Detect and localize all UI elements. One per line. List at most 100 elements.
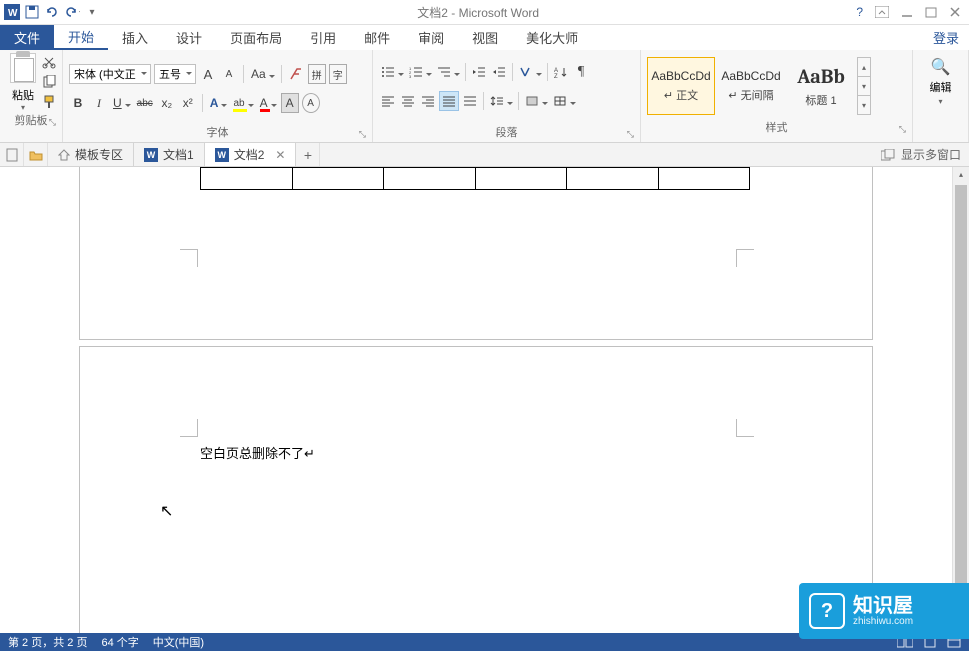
document-tabs: 模板专区 W 文档1 W 文档2 ✕ + 显示多窗口	[0, 143, 969, 167]
asian-layout-button[interactable]	[517, 62, 543, 82]
close-tab-icon[interactable]: ✕	[275, 148, 285, 162]
font-launcher-icon[interactable]: ⤡	[359, 129, 366, 140]
tab-insert[interactable]: 插入	[108, 25, 162, 50]
find-icon[interactable]: 🔍	[931, 57, 951, 77]
minimize-icon[interactable]	[901, 6, 913, 18]
tab-references[interactable]: 引用	[296, 25, 350, 50]
style-normal[interactable]: AaBbCcDd ↵ 正文	[647, 57, 715, 115]
scroll-up-icon[interactable]: ▴	[953, 167, 969, 181]
bold-button[interactable]: B	[69, 93, 87, 113]
shrink-font-button[interactable]: A	[220, 64, 238, 84]
page-corner	[180, 249, 198, 267]
vertical-scrollbar[interactable]: ▴ ▾	[952, 167, 969, 633]
page-2[interactable]: 空白页总删除不了↵	[80, 347, 872, 633]
tab-templates[interactable]: 模板专区	[48, 143, 134, 166]
strikethrough-button[interactable]: abc	[135, 93, 155, 113]
close-icon[interactable]	[949, 6, 961, 18]
body-text[interactable]: 空白页总删除不了↵	[200, 443, 315, 462]
increase-indent-button[interactable]	[490, 62, 508, 82]
table[interactable]	[200, 167, 750, 190]
tab-file[interactable]: 文件	[0, 25, 54, 50]
word-doc-icon: W	[215, 148, 229, 162]
phonetic-guide-button[interactable]: 拼	[308, 64, 326, 84]
tab-beautify[interactable]: 美化大师	[512, 25, 592, 50]
style-nospacing[interactable]: AaBbCcDd ↵ 无间隔	[717, 57, 785, 115]
font-color-button[interactable]: A	[258, 93, 278, 113]
tab-mailings[interactable]: 邮件	[350, 25, 404, 50]
change-case-button[interactable]: Aa	[249, 64, 276, 84]
italic-button[interactable]: I	[90, 93, 108, 113]
add-tab-button[interactable]: +	[296, 143, 320, 166]
tab-doc1[interactable]: W 文档1	[134, 143, 205, 166]
cut-icon[interactable]	[42, 55, 56, 69]
tab-home[interactable]: 开始	[54, 25, 108, 50]
styles-launcher-icon[interactable]: ⤡	[899, 124, 906, 135]
decrease-indent-button[interactable]	[470, 62, 488, 82]
status-language[interactable]: 中文(中国)	[153, 634, 204, 650]
group-font: 宋体 (中文正 五号 A A Aa 拼 字 B I U abc x₂ x² A	[63, 50, 373, 142]
style-heading1[interactable]: AaBb 标题 1	[787, 57, 855, 115]
help-icon[interactable]: ?	[856, 5, 863, 19]
redo-icon[interactable]	[44, 4, 60, 20]
watermark-title: 知识屋	[853, 596, 913, 616]
qat-customize-icon[interactable]: ▾	[84, 4, 100, 20]
format-painter-icon[interactable]	[42, 95, 56, 109]
superscript-button[interactable]: x²	[179, 93, 197, 113]
tab-doc2[interactable]: W 文档2 ✕	[205, 143, 297, 166]
numbering-button[interactable]: 123	[407, 62, 433, 82]
enclose-char-button[interactable]: A	[302, 93, 320, 113]
char-border-button[interactable]: 字	[329, 64, 347, 84]
paste-button[interactable]: 粘贴 ▾	[6, 53, 40, 112]
status-page[interactable]: 第 2 页，共 2 页	[8, 634, 87, 650]
show-marks-button[interactable]: ¶	[572, 62, 590, 82]
copy-icon[interactable]	[42, 75, 56, 89]
tab-design[interactable]: 设计	[162, 25, 216, 50]
status-words[interactable]: 64 个字	[101, 634, 138, 650]
undo-icon[interactable]	[64, 4, 80, 20]
text-effects-button[interactable]: A	[208, 93, 229, 113]
maximize-icon[interactable]	[925, 6, 937, 18]
save-icon[interactable]	[24, 4, 40, 20]
align-left-button[interactable]	[379, 91, 397, 111]
ribbon-display-icon[interactable]	[875, 6, 889, 18]
font-name-select[interactable]: 宋体 (中文正	[69, 64, 151, 84]
para-launcher-icon[interactable]: ⤡	[627, 129, 634, 140]
clear-format-button[interactable]	[287, 64, 305, 84]
line-spacing-button[interactable]	[488, 91, 514, 111]
group-styles: AaBbCcDd ↵ 正文 AaBbCcDd ↵ 无间隔 AaBb 标题 1 ▴…	[641, 50, 913, 142]
bullets-button[interactable]	[379, 62, 405, 82]
multi-window-icon[interactable]	[881, 149, 895, 161]
font-size-select[interactable]: 五号	[154, 64, 196, 84]
page-1[interactable]	[80, 167, 872, 339]
grow-font-button[interactable]: A	[199, 64, 217, 84]
group-label-font: 字体⤡	[69, 124, 366, 142]
highlight-button[interactable]: ab	[231, 93, 254, 113]
align-distribute-button[interactable]	[461, 91, 479, 111]
watermark: ? 知识屋 zhishiwu.com	[799, 583, 969, 639]
align-right-button[interactable]	[419, 91, 437, 111]
multi-window-label[interactable]: 显示多窗口	[901, 146, 961, 163]
multilevel-button[interactable]	[435, 62, 461, 82]
style-scroll[interactable]: ▴▾▾	[857, 57, 871, 115]
login-link[interactable]: 登录	[923, 25, 969, 50]
shading-button[interactable]	[523, 91, 549, 111]
sort-button[interactable]: AZ	[552, 62, 570, 82]
borders-button[interactable]	[551, 91, 577, 111]
align-justify-button[interactable]	[439, 91, 459, 111]
home-icon	[58, 149, 70, 161]
scroll-thumb[interactable]	[955, 185, 967, 617]
new-doc-icon[interactable]	[0, 143, 24, 166]
underline-button[interactable]: U	[111, 93, 132, 113]
open-folder-icon[interactable]	[24, 143, 48, 166]
align-center-button[interactable]	[399, 91, 417, 111]
group-editing: 🔍 编辑 ▾	[913, 50, 969, 142]
tab-layout[interactable]: 页面布局	[216, 25, 296, 50]
clipboard-launcher-icon[interactable]: ⤡	[49, 117, 56, 128]
svg-text:Z: Z	[554, 74, 558, 78]
subscript-button[interactable]: x₂	[158, 93, 176, 113]
char-shading-button[interactable]: A	[281, 93, 299, 113]
tab-view[interactable]: 视图	[458, 25, 512, 50]
window-title: 文档2 - Microsoft Word	[100, 4, 856, 21]
tab-review[interactable]: 审阅	[404, 25, 458, 50]
editing-label: 编辑	[930, 79, 952, 95]
